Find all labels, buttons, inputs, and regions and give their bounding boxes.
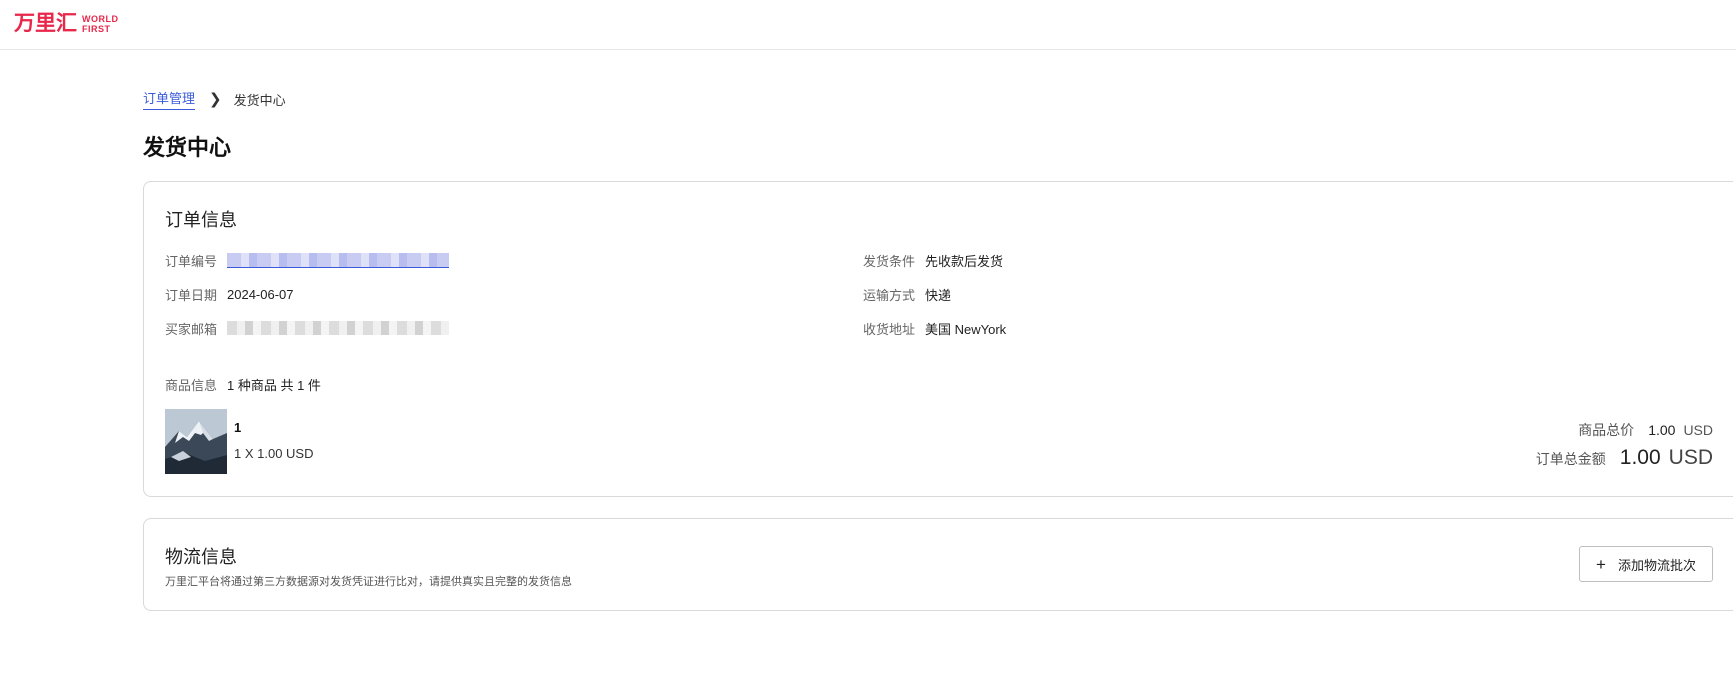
order-date-field: 订单日期 2024-06-07 [165, 284, 294, 304]
buyer-email-redacted [227, 321, 449, 335]
ship-condition-value: 先收款后发货 [925, 253, 1004, 269]
product-name: 1 [234, 420, 242, 435]
order-date-label: 订单日期 [165, 287, 218, 303]
product-thumbnail[interactable] [165, 409, 227, 474]
page-title: 发货中心 [143, 135, 232, 160]
transport-label: 运输方式 [863, 287, 916, 303]
breadcrumb-current: 发货中心 [233, 92, 286, 108]
logo-en-text: WORLD FIRST [82, 14, 119, 34]
goods-summary-value: 1 种商品 共 1 件 [227, 378, 321, 393]
order-total-label: 订单总金额 [1535, 451, 1606, 467]
add-logistics-batch-label: 添加物流批次 [1617, 557, 1696, 573]
product-qty-price: 1 X 1.00 USD [234, 446, 314, 461]
order-no-field: 订单编号 [165, 250, 449, 270]
address-value: 美国 NewYork [925, 321, 1007, 337]
goods-summary: 商品信息 1 种商品 共 1 件 [165, 375, 321, 394]
order-total-currency: USD [1668, 446, 1713, 469]
order-total-value: 1.00 [1619, 446, 1661, 469]
goods-total-label: 商品总价 [1578, 422, 1635, 438]
buyer-email-label: 买家邮箱 [165, 321, 218, 337]
buyer-email-field: 买家邮箱 [165, 318, 449, 338]
logo-en-line1: WORLD [82, 14, 119, 24]
logo-en-line2: FIRST [82, 24, 111, 34]
logistics-note: 万里汇平台将通过第三方数据源对发货凭证进行比对，请提供真实且完整的发货信息 [165, 576, 572, 588]
goods-total-value: 1.00 [1648, 422, 1676, 438]
worldfirst-logo[interactable]: 万里汇 WORLD FIRST [14, 12, 119, 36]
logistics-title: 物流信息 [165, 547, 237, 567]
top-bar: 万里汇 WORLD FIRST [0, 0, 1736, 50]
order-total-row: 订单总金额 1.00 USD [1536, 446, 1713, 470]
ship-condition-field: 发货条件 先收款后发货 [863, 250, 1003, 270]
address-field: 收货地址 美国 NewYork [863, 318, 1006, 338]
order-date-value: 2024-06-07 [227, 286, 294, 302]
breadcrumb: 订单管理 ❯ 发货中心 [143, 88, 286, 110]
transport-field: 运输方式 快递 [863, 284, 951, 304]
logo-cn-text: 万里汇 [14, 12, 77, 35]
order-no-label: 订单编号 [165, 253, 218, 269]
plus-icon: + [1596, 554, 1606, 574]
breadcrumb-order-management-link[interactable]: 订单管理 [143, 88, 196, 110]
address-label: 收货地址 [863, 321, 916, 337]
order-totals: 商品总价 1.00 USD 订单总金额 1.00 USD [1536, 420, 1713, 470]
chevron-right-icon: ❯ [209, 91, 222, 108]
add-logistics-batch-button[interactable]: + 添加物流批次 [1579, 546, 1713, 582]
goods-total-currency: USD [1683, 422, 1713, 438]
goods-total-row: 商品总价 1.00 USD [1536, 420, 1713, 440]
transport-value: 快递 [925, 287, 952, 303]
goods-label: 商品信息 [165, 378, 218, 393]
order-no-link-redacted[interactable] [227, 252, 449, 268]
mountain-image [165, 409, 227, 474]
order-info-card: 订单信息 订单编号 订单日期 2024-06-07 买家邮箱 发货条件 先收款后… [143, 181, 1733, 497]
logistics-card: 物流信息 万里汇平台将通过第三方数据源对发货凭证进行比对，请提供真实且完整的发货… [143, 518, 1733, 611]
order-info-title: 订单信息 [165, 210, 237, 230]
ship-condition-label: 发货条件 [863, 253, 916, 269]
